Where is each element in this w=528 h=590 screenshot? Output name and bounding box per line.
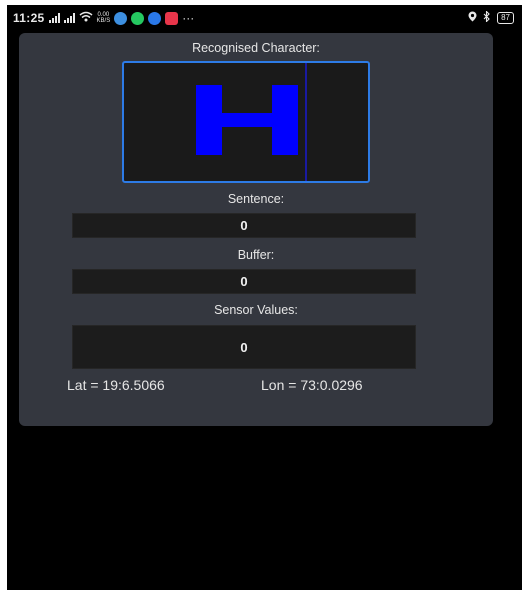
notification-app-icon	[165, 11, 179, 25]
recognised-character-canvas[interactable]	[122, 61, 370, 183]
bluetooth-icon	[483, 10, 491, 25]
status-time: 11:25	[13, 11, 45, 25]
wifi-icon	[79, 11, 93, 25]
canvas-cursor-line	[305, 63, 307, 181]
video-app-icon	[148, 11, 162, 25]
buffer-label: Buffer:	[237, 248, 275, 262]
more-notifications-icon: ···	[182, 11, 195, 25]
main-card: Recognised Character: Sentence: 0 Buffer…	[19, 33, 493, 426]
location-icon	[468, 11, 477, 25]
sensor-values-label: Sensor Values:	[214, 303, 298, 317]
buffer-field: 0	[72, 269, 416, 294]
latitude-text: Lat = 19:6.5066	[67, 377, 165, 393]
signal-icon-2	[63, 13, 75, 23]
sentence-label: Sentence:	[227, 192, 285, 206]
whatsapp-icon	[131, 11, 145, 25]
longitude-text: Lon = 73:0.0296	[261, 377, 363, 393]
sensor-values-field: 0	[72, 325, 416, 369]
network-speed: 0.00 KB/S	[96, 12, 111, 24]
status-bar: 11:25 0.00 KB/S ··· 87	[7, 5, 522, 31]
recognised-character-glyph	[196, 85, 298, 155]
phone-screen: 11:25 0.00 KB/S ··· 87 Recognised Charac…	[7, 5, 522, 590]
recognised-character-label: Recognised Character:	[192, 41, 320, 55]
battery-icon: 87	[497, 12, 514, 24]
sentence-field: 0	[72, 213, 416, 238]
signal-icon	[48, 13, 60, 23]
telegram-icon	[114, 11, 128, 25]
